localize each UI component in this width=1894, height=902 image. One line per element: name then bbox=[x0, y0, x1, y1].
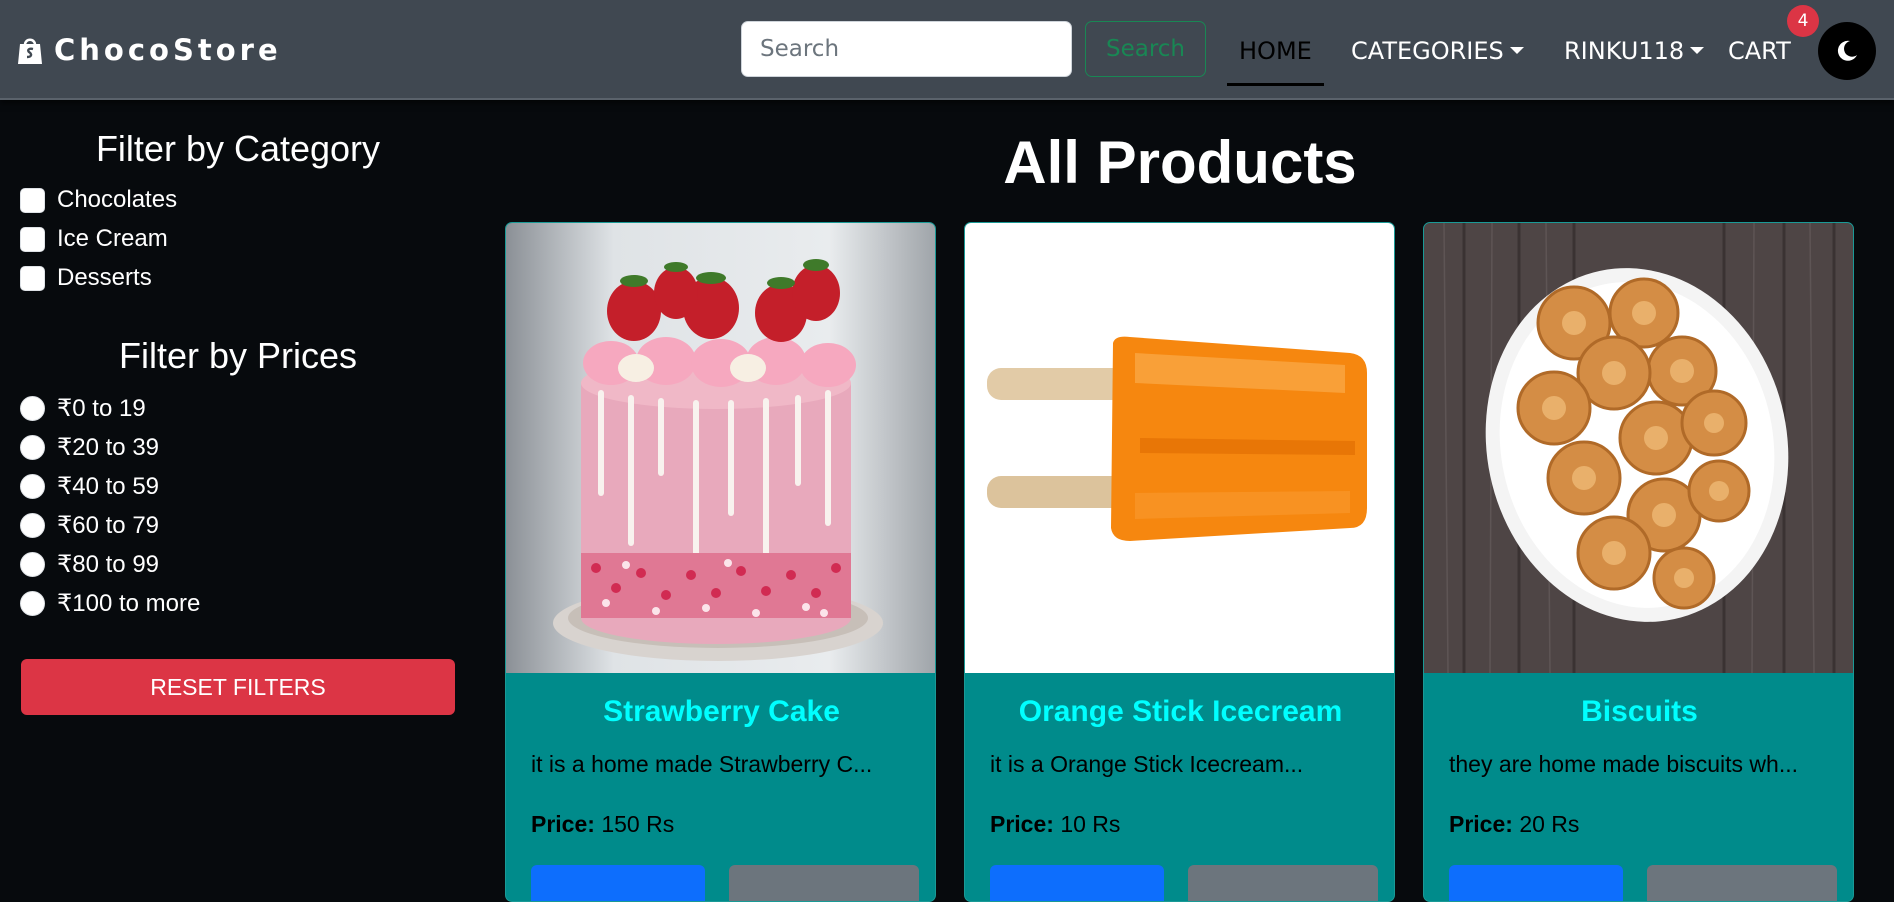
caret-down-icon bbox=[1690, 46, 1705, 54]
filter-label: Chocolates bbox=[57, 186, 178, 213]
checkbox[interactable] bbox=[20, 187, 45, 213]
product-card[interactable]: Strawberry Cake it is a home made Strawb… bbox=[505, 222, 936, 902]
product-title[interactable]: Orange Stick Icecream bbox=[965, 695, 1394, 729]
product-title[interactable]: Biscuits bbox=[1424, 695, 1853, 729]
nav-categories-dropdown[interactable]: CATEGORIES bbox=[1351, 34, 1524, 68]
checkbox[interactable] bbox=[20, 226, 45, 252]
category-filter-heading: Filter by Category bbox=[95, 128, 381, 169]
product-description: they are home made biscuits wh... bbox=[1449, 751, 1798, 777]
caret-down-icon bbox=[1509, 46, 1524, 54]
category-filter-desserts[interactable]: Desserts bbox=[20, 260, 152, 296]
filter-label: ₹20 to 39 bbox=[57, 433, 160, 461]
primary-action-button[interactable] bbox=[1449, 865, 1623, 901]
primary-action-button[interactable] bbox=[990, 865, 1164, 901]
filter-label: Ice Cream bbox=[57, 225, 168, 252]
radio-button[interactable] bbox=[20, 512, 45, 538]
price-filter-100-more[interactable]: ₹100 to more bbox=[20, 585, 200, 621]
filter-label: ₹40 to 59 bbox=[57, 472, 160, 500]
price-label: Price: bbox=[990, 811, 1054, 837]
theme-toggle-button[interactable] bbox=[1818, 22, 1876, 80]
price-value: 150 Rs bbox=[601, 811, 675, 837]
primary-action-button[interactable] bbox=[531, 865, 705, 901]
moon-icon bbox=[1837, 40, 1857, 61]
category-filter-ice-cream[interactable]: Ice Cream bbox=[20, 221, 168, 257]
shopping-bag-icon bbox=[18, 38, 42, 64]
navbar: ChocoStore Search HOME CATEGORIES RINKU1… bbox=[0, 0, 1894, 100]
filter-label: ₹0 to 19 bbox=[57, 394, 146, 422]
price-filter-40-59[interactable]: ₹40 to 59 bbox=[20, 468, 159, 504]
radio-button[interactable] bbox=[20, 473, 45, 499]
nav-user-dropdown[interactable]: RINKU118 bbox=[1564, 34, 1705, 68]
page-title: All Products bbox=[1003, 129, 1357, 196]
checkbox[interactable] bbox=[20, 265, 45, 291]
product-card[interactable]: Biscuits they are home made biscuits wh.… bbox=[1423, 222, 1854, 902]
secondary-action-button[interactable] bbox=[1188, 865, 1378, 901]
price-label: Price: bbox=[531, 811, 595, 837]
secondary-action-button[interactable] bbox=[729, 865, 919, 901]
price-value: 10 Rs bbox=[1060, 811, 1121, 837]
product-price: Price: 10 Rs bbox=[990, 811, 1120, 838]
nav-categories-label: CATEGORIES bbox=[1351, 37, 1504, 65]
radio-button[interactable] bbox=[20, 590, 45, 616]
radio-button[interactable] bbox=[20, 551, 45, 577]
brand[interactable]: ChocoStore bbox=[16, 30, 282, 70]
price-label: Price: bbox=[1449, 811, 1513, 837]
product-title[interactable]: Strawberry Cake bbox=[506, 695, 935, 729]
orange-popsicle-image[interactable] bbox=[965, 223, 1394, 673]
product-price: Price: 150 Rs bbox=[531, 811, 674, 838]
price-filter-heading: Filter by Prices bbox=[118, 335, 358, 376]
filter-label: Desserts bbox=[57, 264, 152, 291]
price-value: 20 Rs bbox=[1519, 811, 1580, 837]
price-filter-60-79[interactable]: ₹60 to 79 bbox=[20, 507, 159, 543]
radio-button[interactable] bbox=[20, 434, 45, 460]
secondary-action-button[interactable] bbox=[1647, 865, 1837, 901]
nav-home[interactable]: HOME bbox=[1239, 34, 1312, 68]
nav-cart[interactable]: CART bbox=[1728, 34, 1791, 68]
active-nav-indicator bbox=[1227, 83, 1324, 86]
category-filter-chocolates[interactable]: Chocolates bbox=[20, 182, 177, 218]
reset-filters-button[interactable]: RESET FILTERS bbox=[21, 659, 455, 715]
product-description: it is a home made Strawberry C... bbox=[531, 751, 873, 777]
product-card[interactable]: Orange Stick Icecream it is a Orange Sti… bbox=[964, 222, 1395, 902]
filter-sidebar: Filter by Category Chocolates Ice Cream … bbox=[0, 100, 480, 875]
search-input[interactable] bbox=[741, 21, 1072, 77]
search-button[interactable]: Search bbox=[1085, 21, 1206, 77]
nav-user-label: RINKU118 bbox=[1564, 37, 1685, 65]
filter-label: ₹60 to 79 bbox=[57, 511, 160, 539]
filter-label: ₹100 to more bbox=[57, 589, 201, 617]
product-price: Price: 20 Rs bbox=[1449, 811, 1579, 838]
price-filter-0-19[interactable]: ₹0 to 19 bbox=[20, 390, 146, 426]
filter-label: ₹80 to 99 bbox=[57, 550, 160, 578]
cart-count-badge: 4 bbox=[1787, 5, 1819, 37]
biscuits-plate-image[interactable] bbox=[1424, 223, 1853, 673]
product-description: it is a Orange Stick Icecream... bbox=[990, 751, 1304, 777]
strawberry-cake-image[interactable] bbox=[506, 223, 935, 673]
price-filter-20-39[interactable]: ₹20 to 39 bbox=[20, 429, 159, 465]
radio-button[interactable] bbox=[20, 395, 45, 421]
price-filter-80-99[interactable]: ₹80 to 99 bbox=[20, 546, 159, 582]
brand-name: ChocoStore bbox=[54, 33, 282, 67]
